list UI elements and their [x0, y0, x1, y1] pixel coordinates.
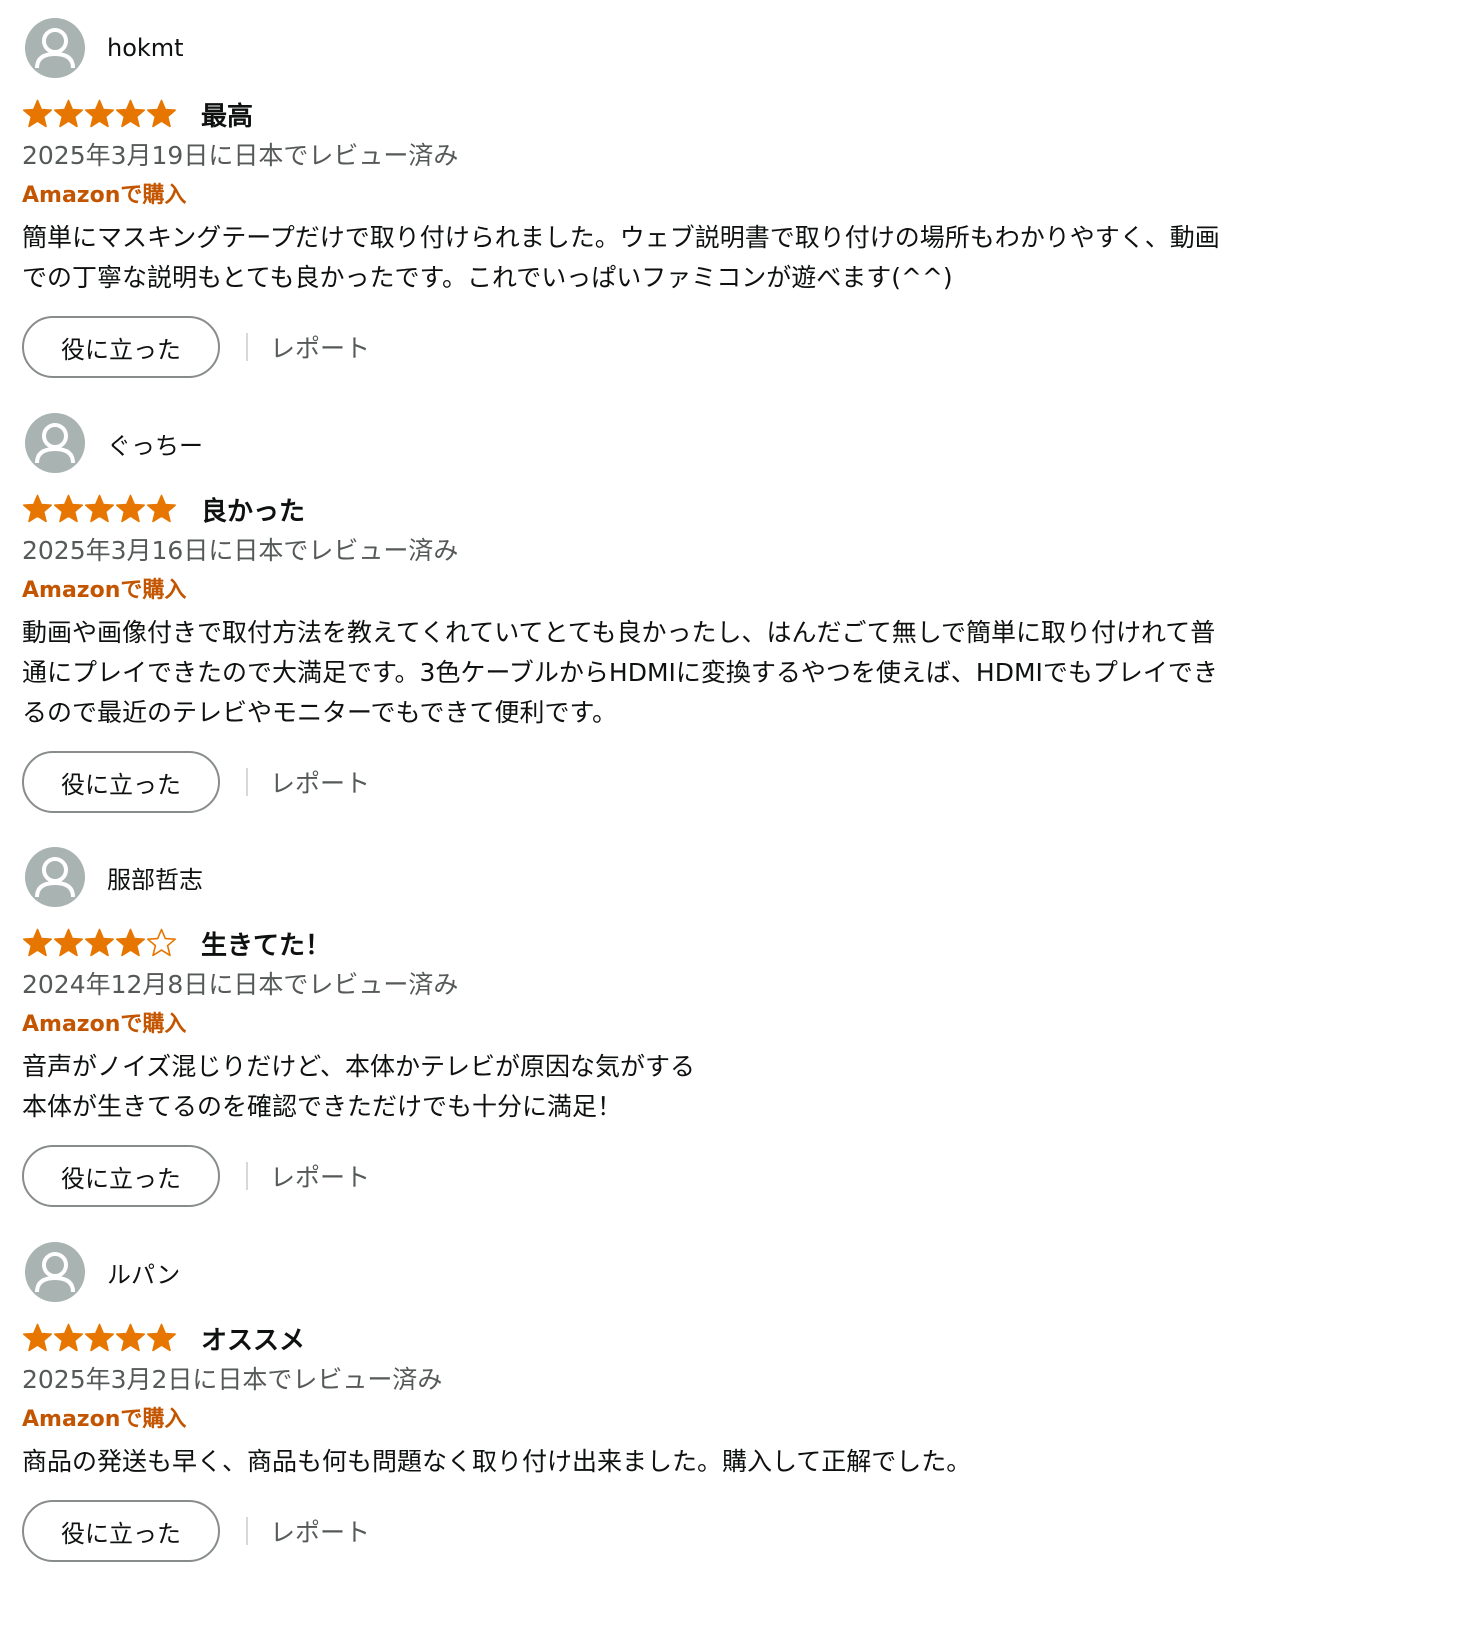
verified-purchase-badge: Amazonで購入	[22, 1407, 187, 1432]
reviewer-name[interactable]: ルパン	[107, 1255, 180, 1290]
review-card: 服部哲志 生きてた！ 2024年12月8日に日本でレビュー済み Amazonで購…	[22, 847, 1352, 1207]
review-card: ぐっちー 良かった 2025年3月16日に日本でレビュー済み Amazonで購入…	[22, 413, 1352, 813]
review-body: 簡単にマスキングテープだけで取り付けられました。ウェブ説明書で取り付けの場所もわ…	[22, 223, 1220, 292]
reviewer-profile[interactable]: hokmt	[22, 18, 1352, 78]
star-filled-icon	[147, 1323, 176, 1352]
review-body: 動画や画像付きで取付方法を教えてくれていてとても良かったし、はんだごて無しで簡単…	[22, 618, 1218, 727]
star-filled-icon	[116, 1323, 145, 1352]
avatar-icon	[25, 413, 85, 473]
report-link[interactable]: レポート	[270, 764, 370, 800]
reviewer-profile[interactable]: 服部哲志	[22, 847, 1352, 907]
star-outline-icon	[147, 928, 176, 957]
star-filled-icon	[54, 99, 83, 128]
star-filled-icon	[85, 99, 114, 128]
star-filled-icon	[85, 928, 114, 957]
star-rating	[22, 1323, 177, 1353]
review-title[interactable]: 生きてた！	[201, 925, 331, 962]
star-filled-icon	[85, 494, 114, 523]
report-link[interactable]: レポート	[270, 1158, 370, 1194]
helpful-button[interactable]: 役に立った	[22, 316, 220, 378]
star-filled-icon	[147, 494, 176, 523]
reviewer-name[interactable]: 服部哲志	[107, 860, 203, 895]
star-rating	[22, 99, 177, 129]
divider	[246, 333, 248, 361]
divider	[246, 1517, 248, 1545]
review-body: 商品の発送も早く、商品も何も問題なく取り付け出来ました。購入して正解でした。	[22, 1447, 972, 1476]
star-filled-icon	[54, 928, 83, 957]
star-filled-icon	[54, 1323, 83, 1352]
review-date: 2025年3月2日に日本でレビュー済み	[22, 1365, 443, 1394]
star-filled-icon	[116, 494, 145, 523]
divider	[246, 1162, 248, 1190]
reviewer-profile[interactable]: ぐっちー	[22, 413, 1352, 473]
avatar-icon	[25, 1242, 85, 1302]
star-rating	[22, 928, 177, 958]
divider	[246, 768, 248, 796]
verified-purchase-badge: Amazonで購入	[22, 183, 187, 208]
star-filled-icon	[85, 1323, 114, 1352]
reviewer-name[interactable]: ぐっちー	[107, 426, 203, 461]
reviewer-profile[interactable]: ルパン	[22, 1242, 1352, 1302]
star-filled-icon	[23, 494, 52, 523]
helpful-button[interactable]: 役に立った	[22, 1145, 220, 1207]
star-filled-icon	[54, 494, 83, 523]
star-rating	[22, 494, 177, 524]
star-filled-icon	[116, 928, 145, 957]
review-title[interactable]: オススメ	[201, 1320, 305, 1357]
star-filled-icon	[147, 99, 176, 128]
report-link[interactable]: レポート	[270, 1513, 370, 1549]
review-title[interactable]: 最高	[201, 96, 253, 133]
star-filled-icon	[23, 1323, 52, 1352]
report-link[interactable]: レポート	[270, 329, 370, 365]
star-filled-icon	[23, 928, 52, 957]
review-date: 2025年3月16日に日本でレビュー済み	[22, 536, 459, 565]
helpful-button[interactable]: 役に立った	[22, 751, 220, 813]
star-filled-icon	[23, 99, 52, 128]
review-date: 2024年12月8日に日本でレビュー済み	[22, 970, 459, 999]
avatar-icon	[25, 18, 85, 78]
helpful-button[interactable]: 役に立った	[22, 1500, 220, 1562]
review-card: ルパン オススメ 2025年3月2日に日本でレビュー済み Amazonで購入 商…	[22, 1242, 1352, 1562]
reviewer-name[interactable]: hokmt	[107, 34, 184, 62]
verified-purchase-badge: Amazonで購入	[22, 578, 187, 603]
review-body: 音声がノイズ混じりだけど、本体かテレビが原因な気がする 本体が生きてるのを確認で…	[22, 1052, 696, 1121]
review-date: 2025年3月19日に日本でレビュー済み	[22, 141, 459, 170]
verified-purchase-badge: Amazonで購入	[22, 1012, 187, 1037]
avatar-icon	[25, 847, 85, 907]
star-filled-icon	[116, 99, 145, 128]
review-title[interactable]: 良かった	[201, 491, 305, 528]
review-card: hokmt 最高 2025年3月19日に日本でレビュー済み Amazonで購入 …	[22, 18, 1352, 378]
